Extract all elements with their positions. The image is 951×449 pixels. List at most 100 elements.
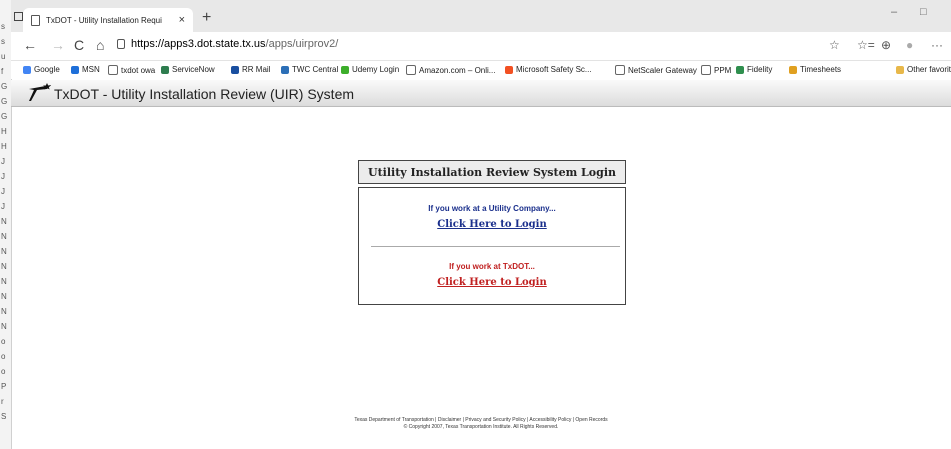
strip-letter: H	[1, 127, 7, 136]
rrmail-icon	[231, 65, 239, 74]
bookmark-amazon-com-onli[interactable]: Amazon.com – Onli...	[406, 65, 495, 75]
page-icon	[406, 65, 416, 75]
strip-letter: N	[1, 232, 7, 241]
new-tab-button[interactable]: +	[202, 9, 211, 27]
strip-letter: o	[1, 367, 6, 376]
login-panel: Utility Installation Review System Login…	[358, 160, 626, 305]
copyright-text: © Copyright 2007, Texas Transportation I…	[403, 424, 559, 430]
bookmark-ppm[interactable]: PPM	[701, 65, 731, 75]
fidelity-icon	[736, 65, 744, 74]
strip-letter: N	[1, 277, 7, 286]
browser-toolbar: ← → C ⌂ https://apps3.dot.state.tx.us/ap…	[11, 32, 951, 61]
strip-letter: N	[1, 322, 7, 331]
msn-icon	[71, 65, 79, 74]
strip-letter: G	[1, 82, 8, 91]
strip-letter: J	[1, 157, 5, 166]
favorites-star-icon[interactable]: ☆	[829, 38, 840, 52]
tab-actions-icon[interactable]	[14, 12, 23, 21]
address-bar[interactable]: https://apps3.dot.state.tx.us/apps/uirpr…	[131, 38, 338, 50]
strip-letter: J	[1, 187, 5, 196]
txdot-logo-icon	[29, 83, 51, 101]
bookmark-label: Fidelity	[747, 65, 773, 74]
page-icon	[615, 65, 625, 75]
divider	[371, 246, 620, 247]
back-button[interactable]: ←	[23, 37, 37, 53]
bookmark-google[interactable]: Google	[23, 65, 60, 74]
bookmark-label: NetScaler Gateway	[628, 65, 697, 75]
bookmark-label: Timesheets	[800, 65, 842, 74]
strip-letter: o	[1, 337, 6, 346]
strip-letter: u	[1, 52, 6, 61]
strip-letter: N	[1, 217, 7, 226]
bookmark-other-favorit[interactable]: Other favorit	[896, 65, 951, 74]
tab-uir[interactable]: TxDOT - Utility Installation Requi ×	[23, 8, 193, 32]
lock-icon[interactable]	[117, 39, 125, 49]
strip-letter: H	[1, 142, 7, 151]
strip-letter: s	[1, 22, 5, 31]
footer-links[interactable]: Texas Department of Transportation | Dis…	[11, 417, 951, 424]
bookmark-rr-mail[interactable]: RR Mail	[231, 65, 270, 74]
strip-letter: N	[1, 262, 7, 271]
app-title: TxDOT - Utility Installation Review (UIR…	[54, 86, 355, 102]
strip-letter: G	[1, 97, 8, 106]
bookmark-servicenow[interactable]: ServiceNow	[161, 65, 215, 74]
home-button[interactable]: ⌂	[96, 37, 104, 53]
bookmark-udemy-login[interactable]: Udemy Login	[341, 65, 399, 74]
utility-login-link[interactable]: Click Here to Login	[359, 219, 625, 230]
bookmark-microsoft-safety-sc[interactable]: Microsoft Safety Sc...	[505, 65, 592, 74]
page-icon	[108, 65, 118, 75]
strip-letter: r	[1, 397, 4, 406]
utility-company-prompt: If you work at a Utility Company...	[428, 204, 556, 213]
forward-button[interactable]: →	[51, 37, 65, 53]
bookmark-msn[interactable]: MSN	[71, 65, 100, 74]
bookmark-label: Microsoft Safety Sc...	[516, 65, 592, 74]
strip-letter: N	[1, 247, 7, 256]
folder-icon	[896, 65, 904, 74]
browser-window: TxDOT - Utility Installation Requi × + –…	[11, 0, 951, 449]
login-panel-header: Utility Installation Review System Login	[358, 160, 626, 184]
bookmark-twc-central[interactable]: TWC Central	[281, 65, 338, 74]
profile-avatar[interactable]: ●	[906, 38, 913, 52]
strip-letter: N	[1, 307, 7, 316]
bookmark-fidelity[interactable]: Fidelity	[736, 65, 772, 74]
strip-letter: o	[1, 352, 6, 361]
extensions-icon[interactable]: ⊕	[881, 38, 891, 52]
bookmark-timesheets[interactable]: Timesheets	[789, 65, 841, 74]
more-menu-icon[interactable]: ···	[931, 38, 943, 52]
bookmark-txdot-owa[interactable]: txdot owa	[108, 65, 155, 75]
bookmark-label: MSN	[82, 65, 100, 74]
bookmark-netscaler-gateway[interactable]: NetScaler Gateway	[615, 65, 697, 75]
strip-letter: J	[1, 202, 5, 211]
title-bar: TxDOT - Utility Installation Requi × + –…	[11, 0, 951, 32]
bookmark-label: RR Mail	[242, 65, 271, 74]
tab-close-icon[interactable]: ×	[179, 14, 185, 26]
bookmark-label: ServiceNow	[172, 65, 215, 74]
refresh-button[interactable]: C	[74, 37, 84, 53]
bookmark-label: Google	[34, 65, 60, 74]
bookmark-label: PPM	[714, 65, 732, 75]
collections-icon[interactable]: ☆=	[857, 38, 875, 52]
txdot-prompt: If you work at TxDOT...	[449, 262, 535, 271]
udemy-icon	[341, 65, 349, 74]
strip-letter: J	[1, 172, 5, 181]
url-path: /apps/uirprov2/	[265, 38, 339, 50]
timesheets-icon	[789, 65, 797, 74]
maximize-button[interactable]: □	[920, 6, 927, 18]
bookmark-label: txdot owa	[121, 65, 156, 75]
page-icon	[31, 14, 40, 26]
strip-letter: P	[1, 382, 7, 391]
page-footer: Texas Department of Transportation | Dis…	[11, 417, 951, 431]
strip-letter: N	[1, 292, 7, 301]
page-icon	[701, 65, 711, 75]
strip-letter: f	[1, 67, 4, 76]
tab-title: TxDOT - Utility Installation Requi	[46, 15, 162, 25]
bookmark-label: Amazon.com – Onli...	[419, 65, 496, 75]
strip-letter: S	[1, 412, 7, 421]
google-icon	[23, 65, 31, 74]
minimize-button[interactable]: –	[891, 6, 897, 18]
url-host: https://apps3.dot.state.tx.us	[131, 38, 266, 50]
bookmark-label: TWC Central	[292, 65, 339, 74]
txdot-login-link[interactable]: Click Here to Login	[359, 277, 625, 288]
servicenow-icon	[161, 65, 169, 74]
login-panel-body: If you work at a Utility Company... Clic…	[358, 187, 626, 305]
